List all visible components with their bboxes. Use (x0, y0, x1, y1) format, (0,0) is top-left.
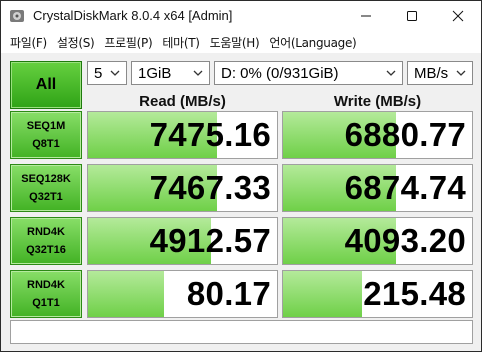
unit-value: MB/s (414, 64, 449, 82)
menu-theme[interactable]: 테마(T) (157, 34, 204, 51)
close-button[interactable] (435, 1, 481, 31)
test-name: SEQ1M (26, 120, 66, 132)
menu-help[interactable]: 도움말(H) (205, 34, 265, 51)
maximize-icon (407, 11, 417, 21)
menu-settings[interactable]: 설정(S) (52, 34, 100, 51)
test-name: RND4K (27, 226, 65, 238)
test-button-seq128k-q32t1[interactable]: SEQ128K Q32T1 (10, 164, 82, 212)
title-bar[interactable]: CrystalDiskMark 8.0.4 x64 [Admin] (1, 1, 481, 31)
read-result-seq128k: 7467.33 (87, 164, 278, 212)
test-params: Q8T1 (32, 138, 60, 150)
chevron-down-icon (110, 70, 120, 76)
test-params: Q1T1 (32, 297, 60, 309)
write-bar (283, 271, 363, 317)
app-window: CrystalDiskMark 8.0.4 x64 [Admin] 파일(F) … (0, 0, 482, 352)
read-value: 80.17 (186, 275, 271, 312)
unit-select[interactable]: MB/s (407, 61, 473, 85)
test-count-select[interactable]: 5 (87, 61, 127, 85)
drive-select[interactable]: D: 0% (0/931GiB) (214, 61, 403, 85)
write-result-rnd4k-q1t1: 215.48 (282, 270, 473, 318)
close-icon (452, 10, 464, 22)
all-button[interactable]: All (10, 61, 82, 109)
menu-bar: 파일(F) 설정(S) 프로필(P) 테마(T) 도움말(H) 언어(Langu… (1, 31, 481, 53)
test-size-select[interactable]: 1GiB (131, 61, 210, 85)
menu-profile[interactable]: 프로필(P) (99, 34, 157, 51)
menu-file[interactable]: 파일(F) (5, 34, 52, 51)
disk-app-icon (9, 8, 25, 24)
test-size-value: 1GiB (138, 64, 172, 82)
read-result-seq1m: 7475.16 (87, 111, 278, 159)
maximize-button[interactable] (389, 1, 435, 31)
test-button-rnd4k-q32t16[interactable]: RND4K Q32T16 (10, 217, 82, 265)
minimize-icon (361, 15, 371, 17)
read-bar (88, 271, 164, 317)
read-result-rnd4k-q32t16: 4912.57 (87, 217, 278, 265)
read-value: 7467.33 (149, 169, 271, 206)
test-button-rnd4k-q1t1[interactable]: RND4K Q1T1 (10, 270, 82, 318)
write-result-seq1m: 6880.77 (282, 111, 473, 159)
write-result-seq128k: 6874.74 (282, 164, 473, 212)
menu-language[interactable]: 언어(Language) (264, 34, 361, 51)
minimize-button[interactable] (343, 1, 389, 31)
write-value: 215.48 (363, 275, 466, 312)
read-result-rnd4k-q1t1: 80.17 (87, 270, 278, 318)
write-value: 6874.74 (344, 169, 466, 206)
test-params: Q32T16 (26, 244, 66, 256)
test-name: RND4K (27, 279, 65, 291)
write-value: 4093.20 (344, 222, 466, 259)
chevron-down-icon (193, 70, 203, 76)
write-column-header: Write (MB/s) (333, 93, 422, 110)
read-column-header: Read (MB/s) (139, 93, 226, 110)
read-value: 4912.57 (149, 222, 271, 259)
comment-field[interactable] (10, 320, 473, 344)
write-result-rnd4k-q32t16: 4093.20 (282, 217, 473, 265)
read-value: 7475.16 (149, 116, 271, 153)
main-panel: All 5 1GiB D: 0% (0/931GiB) MB/s Read (M… (1, 53, 481, 351)
test-count-value: 5 (94, 64, 103, 82)
write-value: 6880.77 (344, 116, 466, 153)
window-title: CrystalDiskMark 8.0.4 x64 [Admin] (33, 8, 233, 23)
chevron-down-icon (386, 70, 396, 76)
drive-value: D: 0% (0/931GiB) (221, 64, 339, 82)
test-button-seq1m-q8t1[interactable]: SEQ1M Q8T1 (10, 111, 82, 159)
test-name: SEQ128K (21, 173, 71, 185)
chevron-down-icon (456, 70, 466, 76)
test-params: Q32T1 (29, 191, 63, 203)
